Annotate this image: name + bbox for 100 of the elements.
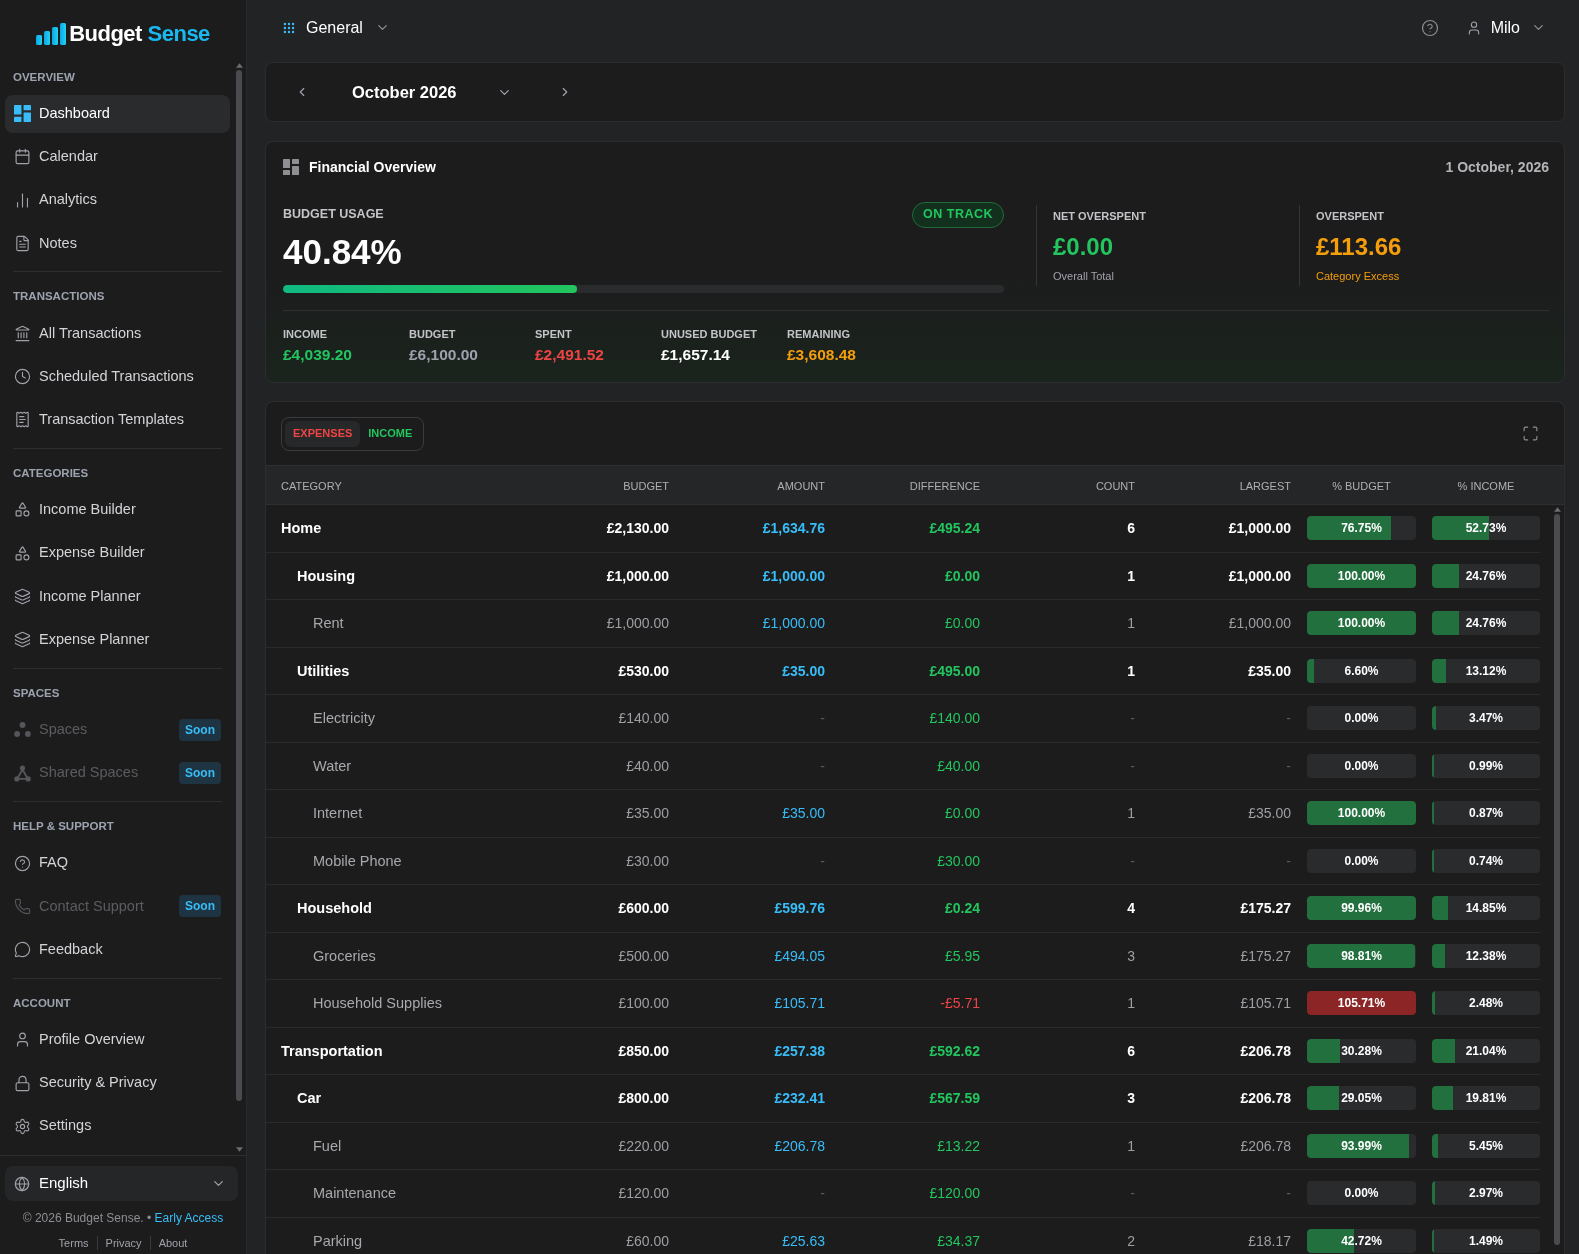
bank-icon <box>14 324 31 342</box>
count-value: 6 <box>1127 520 1135 537</box>
category-name: Transportation <box>281 1042 383 1059</box>
percent-value: 99.96% <box>1341 900 1382 918</box>
sidebar-item[interactable]: Expense Planner <box>5 620 230 659</box>
budget-value: £140.00 <box>618 710 669 727</box>
percent-value: 42.72% <box>1341 1232 1382 1250</box>
stat-label: BUDGET <box>409 327 457 341</box>
largest-value: £206.78 <box>1240 1090 1291 1107</box>
count-value: 1 <box>1127 1137 1135 1154</box>
month-selector[interactable]: October 2026 <box>352 79 512 105</box>
sidebar-item[interactable]: Notes <box>5 224 230 263</box>
category-name: Household <box>297 900 372 917</box>
difference-value: £0.00 <box>944 615 980 632</box>
count-value: 6 <box>1127 1042 1135 1059</box>
scrollbar-thumb[interactable] <box>1554 514 1560 1245</box>
stat-value: £2,491.52 <box>535 346 605 364</box>
column-header: COUNT <box>1095 480 1135 492</box>
percent-value: 0.00% <box>1344 710 1379 728</box>
category-name: Mobile Phone <box>313 852 402 869</box>
sidebar-item[interactable]: Calendar <box>5 137 230 176</box>
metric-note: Category Excess <box>1316 269 1401 283</box>
column-header: DIFFERENCE <box>909 480 980 492</box>
percent-value: 29.05% <box>1341 1090 1382 1108</box>
receipt-icon <box>14 411 31 429</box>
amount-value: £1,634.76 <box>762 520 825 537</box>
logo-bars-icon <box>36 23 67 45</box>
percent-value: 1.49% <box>1469 1232 1503 1250</box>
budget-value: £530.00 <box>618 662 669 679</box>
sidebar-item[interactable]: Income Planner <box>5 577 230 616</box>
category-name: Maintenance <box>313 1185 397 1202</box>
early-access-link[interactable]: Early Access <box>154 1211 224 1225</box>
scroll-up-arrow-icon <box>235 63 243 68</box>
column-header: BUDGET <box>623 480 669 492</box>
language-select[interactable]: English <box>5 1166 238 1201</box>
count-value: 4 <box>1127 900 1135 917</box>
footer-link[interactable]: Privacy <box>96 1236 150 1250</box>
percent-value: 0.00% <box>1344 852 1379 870</box>
percent-value: 100.00% <box>1337 567 1386 585</box>
copyright-text: © 2026 Budget Sense. • Early Access <box>21 1210 225 1226</box>
sidebar-item[interactable]: Security & Privacy <box>5 1064 230 1103</box>
expand-icon <box>1522 425 1539 442</box>
percent-value: 2.97% <box>1469 1185 1503 1203</box>
difference-value: -£5.71 <box>940 995 980 1012</box>
sidebar-item[interactable]: All Transactions <box>5 314 230 353</box>
amount-value: - <box>820 710 825 727</box>
workspace-selector[interactable]: General <box>282 15 390 40</box>
scrollbar-thumb[interactable] <box>236 70 242 1101</box>
percent-value: 76.75% <box>1341 520 1382 538</box>
lock-icon <box>14 1074 31 1092</box>
sidebar-item[interactable]: Expense Builder <box>5 534 230 573</box>
status-tag: Soon <box>179 895 221 918</box>
sidebar-item[interactable]: Settings <box>5 1107 230 1146</box>
sidebar-item[interactable]: Feedback <box>5 930 230 969</box>
help-button[interactable] <box>1420 18 1439 37</box>
sidebar-item[interactable]: Scheduled Transactions <box>5 357 230 396</box>
category-name: Car <box>297 1090 322 1107</box>
budget-value: £800.00 <box>618 1090 669 1107</box>
amount-value: - <box>820 757 825 774</box>
sidebar-item[interactable]: Analytics <box>5 181 230 220</box>
percent-value: 0.00% <box>1344 1185 1379 1203</box>
tab[interactable]: INCOME <box>360 420 421 447</box>
budget-value: £850.00 <box>618 1042 669 1059</box>
section-heading: ACCOUNT <box>13 995 72 1011</box>
shapes-icon <box>14 501 31 519</box>
difference-value: £567.59 <box>929 1090 980 1107</box>
count-value: 1 <box>1127 995 1135 1012</box>
amount-value: £1,000.00 <box>762 615 825 632</box>
budget-value: £2,130.00 <box>606 520 669 537</box>
percent-value: 24.76% <box>1465 567 1507 585</box>
sidebar-item[interactable]: FAQ <box>5 844 230 883</box>
percent-value: 24.76% <box>1465 615 1507 633</box>
count-value: - <box>1130 1185 1135 1202</box>
count-value: 2 <box>1127 1232 1135 1249</box>
category-name: Rent <box>313 615 344 632</box>
user-menu[interactable]: Milo <box>1465 15 1546 40</box>
largest-value: £206.78 <box>1240 1137 1291 1154</box>
count-value: - <box>1130 710 1135 727</box>
budget-value: £1,000.00 <box>606 567 669 584</box>
stat-value: £1,657.14 <box>661 346 731 364</box>
largest-value: £105.71 <box>1240 995 1291 1012</box>
sidebar-item[interactable]: Income Builder <box>5 491 230 529</box>
metric-label: OVERSPENT <box>1316 209 1385 223</box>
layers-icon <box>14 588 31 606</box>
sidebar-item[interactable]: Profile Overview <box>5 1020 230 1059</box>
budget-value: £35.00 <box>626 805 669 822</box>
metric-label: BUDGET USAGE <box>283 206 384 224</box>
metric-note: Overall Total <box>1053 269 1115 283</box>
tab[interactable]: EXPENSES <box>285 420 361 447</box>
footer-link[interactable]: Terms <box>50 1236 97 1250</box>
percent-value: 52.73% <box>1465 520 1507 538</box>
percent-value: 0.87% <box>1469 805 1503 823</box>
percent-value: 0.99% <box>1469 757 1503 775</box>
column-header: % INCOME <box>1457 480 1515 492</box>
difference-value: £495.24 <box>929 520 980 537</box>
sidebar-item[interactable]: Transaction Templates <box>5 401 230 439</box>
footer-link[interactable]: About <box>149 1236 196 1250</box>
expand-button[interactable] <box>1522 425 1539 442</box>
sidebar-item[interactable]: Dashboard <box>5 94 230 133</box>
metric-label: NET OVERSPENT <box>1053 209 1147 223</box>
